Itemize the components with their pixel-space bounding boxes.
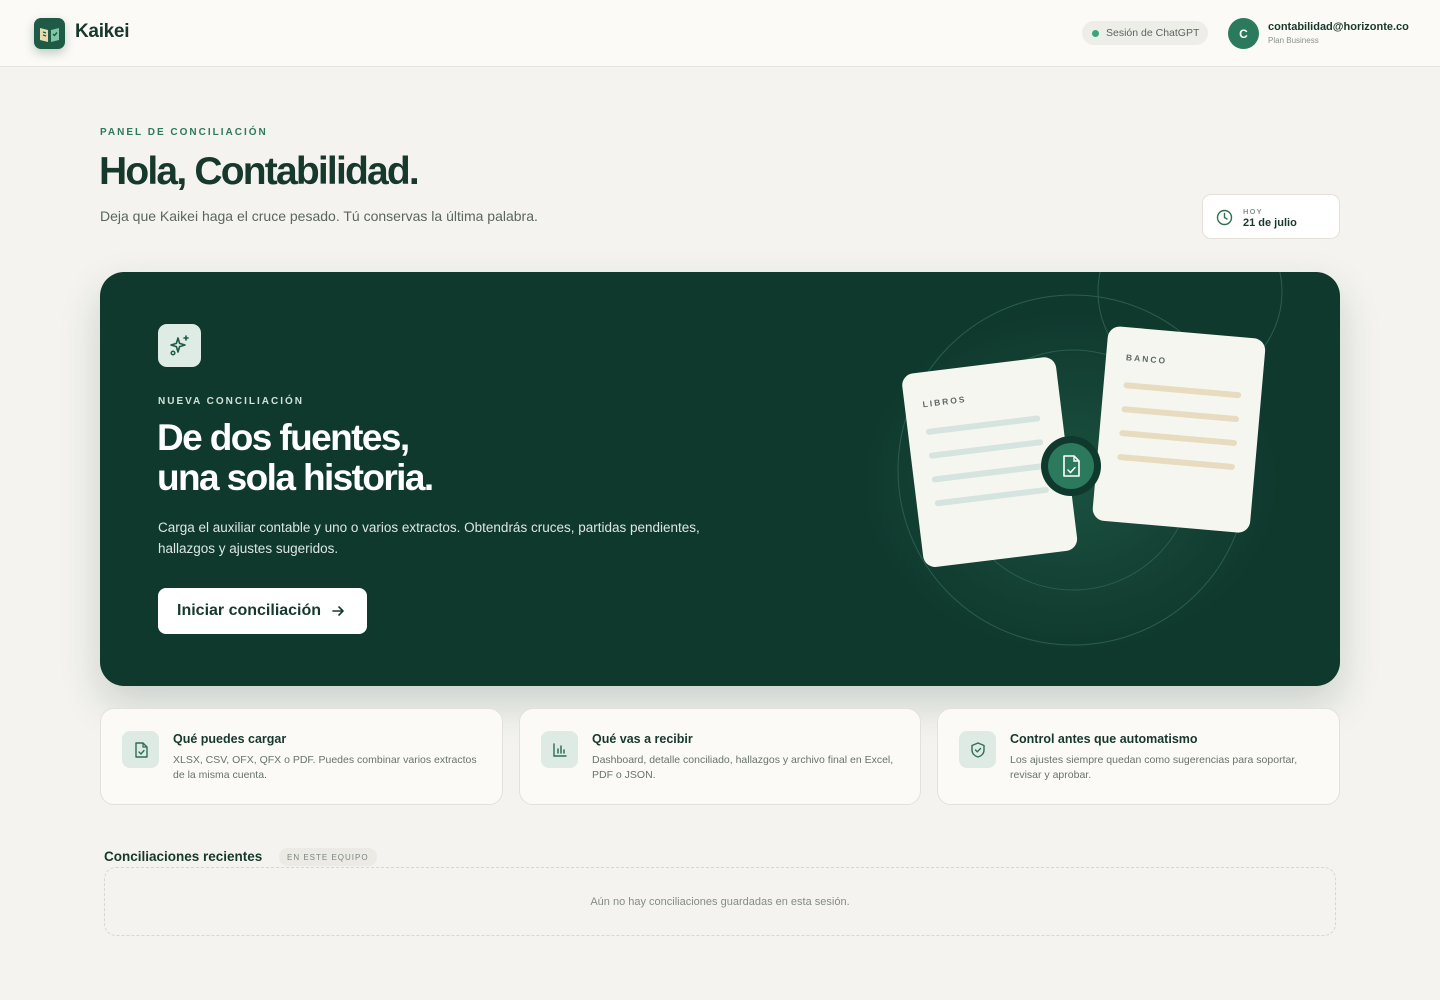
hero-eyebrow: NUEVA CONCILIACIÓN bbox=[158, 396, 304, 407]
hero-title-line-1: De dos fuentes, bbox=[157, 417, 410, 458]
hero-title-line-2: una sola historia. bbox=[157, 457, 434, 498]
card-title: Qué puedes cargar bbox=[173, 732, 287, 746]
empty-state-text: Aún no hay conciliaciones guardadas en e… bbox=[590, 895, 850, 908]
arrow-right-icon bbox=[332, 606, 344, 616]
new-reconciliation-hero: LIBROS BANCO NUEVA CONCILIACIÓN De dos f… bbox=[100, 272, 1340, 686]
user-avatar[interactable]: C bbox=[1228, 18, 1259, 49]
hero-title: De dos fuentes, una sola historia. bbox=[157, 418, 757, 498]
status-dot-icon bbox=[1092, 29, 1099, 37]
shield-check-icon bbox=[959, 731, 996, 768]
top-header: Kaikei Sesión de ChatGPT C contabilidad@… bbox=[0, 0, 1440, 67]
sparkles-icon bbox=[158, 324, 201, 367]
user-plan: Plan Business bbox=[1268, 36, 1319, 45]
app-name[interactable]: Kaikei bbox=[75, 21, 129, 43]
session-status-badge: Sesión de ChatGPT bbox=[1082, 21, 1208, 45]
info-card-upload: Qué puedes cargar XLSX, CSV, OFX, QFX o … bbox=[100, 708, 503, 805]
card-title: Qué vas a recibir bbox=[592, 732, 693, 746]
clock-icon bbox=[1216, 209, 1233, 226]
start-reconciliation-label: Iniciar conciliación bbox=[177, 602, 322, 619]
card-title: Control antes que automatismo bbox=[1010, 732, 1198, 746]
file-check-icon bbox=[122, 731, 159, 768]
page-eyebrow: PANEL DE CONCILIACIÓN bbox=[100, 127, 268, 138]
recent-scope-badge: EN ESTE EQUIPO bbox=[279, 848, 377, 866]
recent-empty-state: Aún no hay conciliaciones guardadas en e… bbox=[104, 867, 1336, 936]
info-card-control: Control antes que automatismo Los ajuste… bbox=[937, 708, 1340, 805]
card-text: XLSX, CSV, OFX, QFX o PDF. Puedes combin… bbox=[173, 754, 477, 781]
date-card: HOY 21 de julio bbox=[1202, 194, 1340, 239]
hero-glow bbox=[860, 312, 1280, 652]
info-card-output: Qué vas a recibir Dashboard, detalle con… bbox=[519, 708, 921, 805]
page-title: Hola, Contabilidad. bbox=[99, 150, 420, 193]
card-text: Los ajustes siempre quedan como sugerenc… bbox=[1010, 754, 1298, 781]
kaikei-logo-icon[interactable] bbox=[34, 18, 65, 49]
session-label: Sesión de ChatGPT bbox=[1106, 27, 1200, 39]
hero-description: Carga el auxiliar contable y uno o vario… bbox=[158, 520, 700, 556]
card-text: Dashboard, detalle conciliado, hallazgos… bbox=[592, 754, 894, 781]
user-email[interactable]: contabilidad@horizonte.co bbox=[1268, 21, 1409, 33]
date-value: 21 de julio bbox=[1243, 217, 1297, 229]
date-label: HOY bbox=[1243, 207, 1263, 216]
recent-section-title: Conciliaciones recientes bbox=[104, 849, 263, 864]
page-subtitle: Deja que Kaikei haga el cruce pesado. Tú… bbox=[100, 208, 538, 224]
start-reconciliation-button[interactable]: Iniciar conciliación bbox=[158, 588, 367, 634]
bar-chart-icon bbox=[541, 731, 578, 768]
